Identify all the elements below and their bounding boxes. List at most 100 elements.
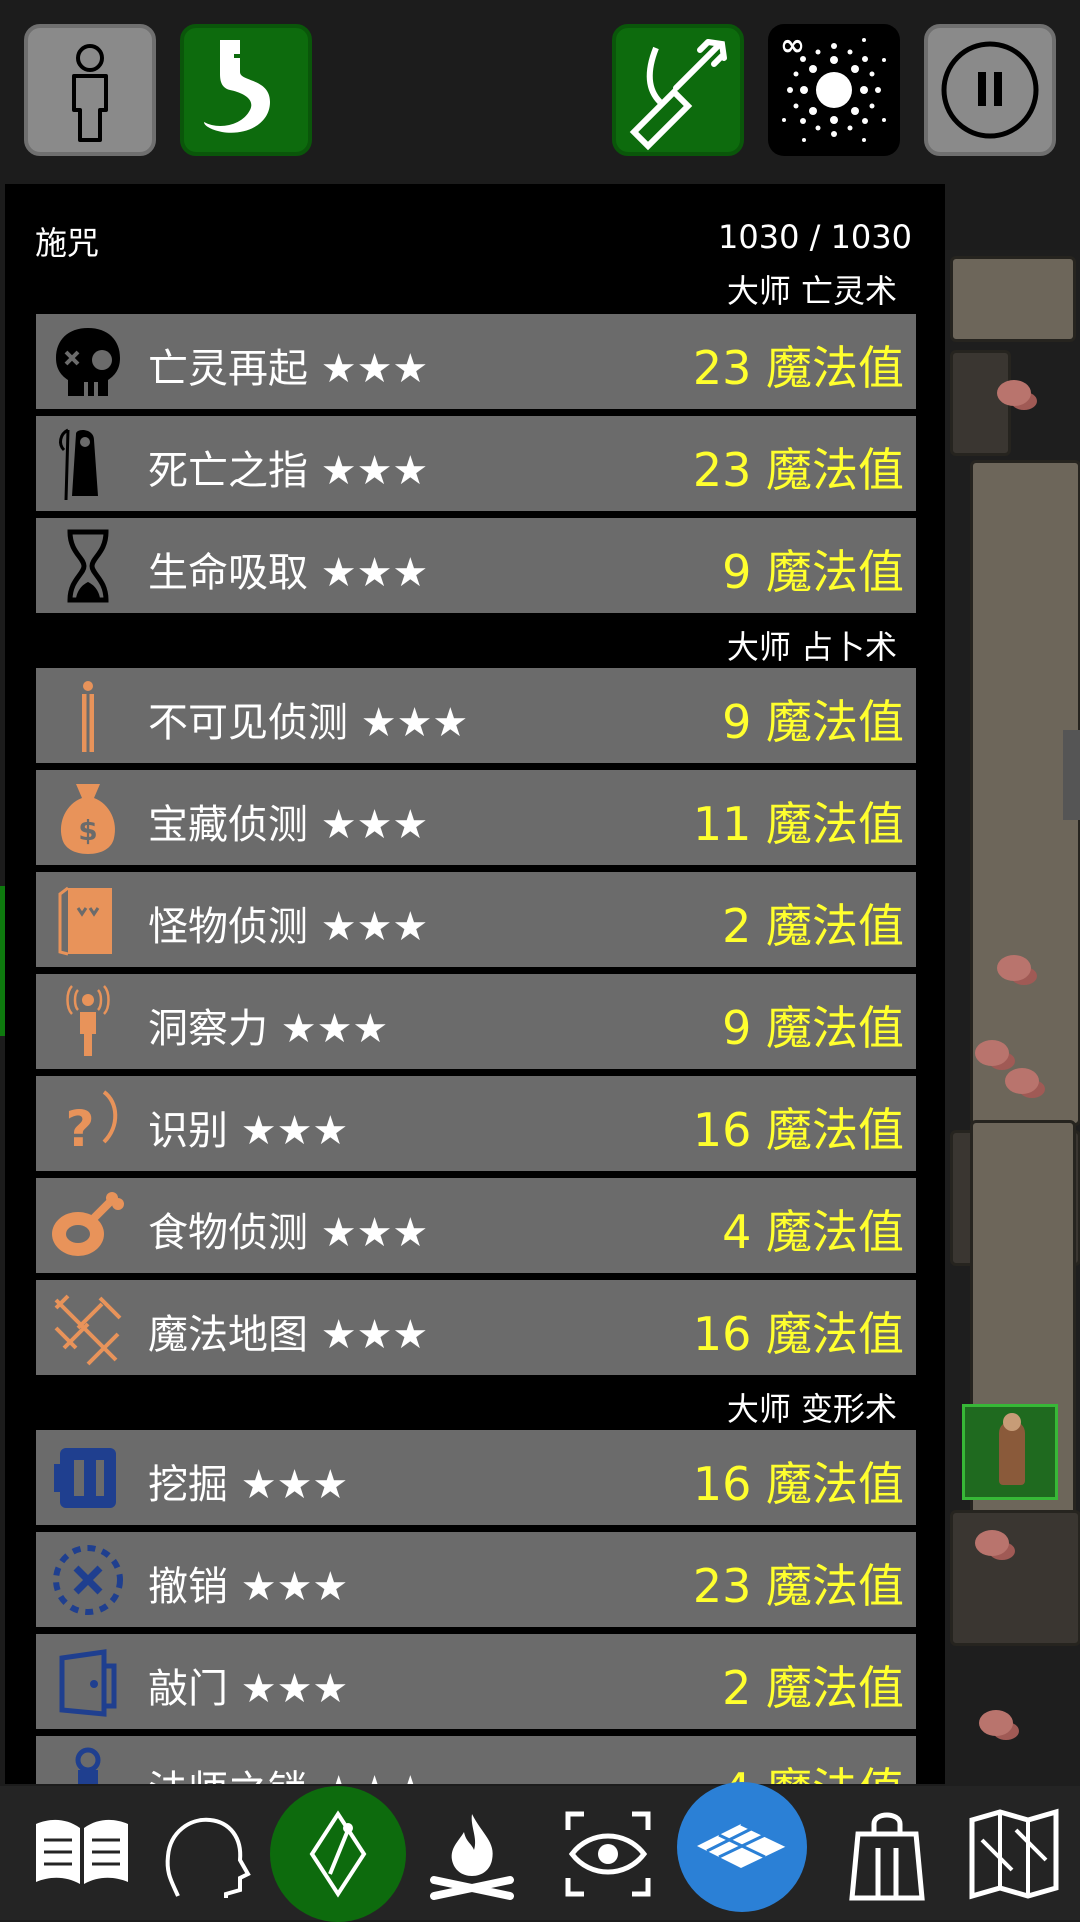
spell-name: 食物侦测 ★★★: [148, 1210, 429, 1256]
rest-button[interactable]: [418, 1800, 526, 1908]
spell-name: 识别 ★★★: [148, 1108, 349, 1154]
folded-map-icon: [969, 1808, 1059, 1900]
radiating-person-icon: [66, 985, 110, 1056]
spell-row[interactable]: 撤销 ★★★ 23 魔法值: [36, 1532, 916, 1627]
spell-name: 生命吸取 ★★★: [148, 550, 429, 596]
spell-name: 洞察力 ★★★: [148, 1006, 389, 1052]
spell-row[interactable]: 怪物侦测 ★★★ 2 魔法值: [36, 872, 916, 967]
dispel-x-icon: [53, 1545, 123, 1615]
spell-cost: 9 魔法值: [722, 545, 904, 599]
person-icon: [72, 44, 108, 142]
bow-quiver-icon: [629, 39, 727, 151]
skull-icon: [56, 328, 120, 396]
spell-cost: 23 魔法值: [692, 443, 904, 497]
school-header-necromancy: 大师 亡灵术: [726, 272, 897, 310]
spell-name: 死亡之指 ★★★: [148, 448, 429, 494]
spell-cost: 4 魔法值: [722, 1205, 904, 1259]
spell-panel: 施咒 1030 / 1030 大师 亡灵术 亡灵再起 ★★★ 23 魔法值 死亡…: [5, 184, 945, 1784]
status-counter: ∞: [780, 28, 805, 63]
spell-name: 魔法地图 ★★★: [148, 1312, 429, 1358]
spell-name: 宝藏侦测 ★★★: [148, 802, 429, 848]
spell-cost: 2 魔法值: [722, 1661, 904, 1715]
spell-name: 不可见侦测 ★★★: [148, 700, 469, 746]
meat-drumstick-icon: [52, 1192, 124, 1256]
journal-button[interactable]: [28, 1800, 136, 1908]
pause-icon: [941, 41, 1039, 139]
coral-decoration: [1005, 1068, 1039, 1094]
spell-cost: 23 魔法值: [692, 341, 904, 395]
spell-row[interactable]: 挖掘 ★★★ 16 魔法值: [36, 1430, 916, 1525]
player-character[interactable]: [962, 1404, 1058, 1500]
money-bag-icon: $: [60, 784, 116, 854]
spell-cost: 16 魔法值: [692, 1457, 904, 1511]
campfire-icon: [430, 1814, 514, 1900]
spell-cost: 9 魔法值: [722, 695, 904, 749]
character-button[interactable]: [24, 24, 156, 156]
coral-decoration: [997, 955, 1031, 981]
spell-name: 挖掘 ★★★: [148, 1462, 349, 1508]
spell-row[interactable]: 法师之锁 ★★★ 4 魔法值: [36, 1736, 916, 1784]
head-outline-icon: [165, 1817, 251, 1898]
pause-button[interactable]: [924, 24, 1056, 156]
spell-cost: 16 魔法值: [692, 1103, 904, 1157]
school-header-divination: 大师 占卜术: [726, 628, 897, 666]
spell-name: 撤销 ★★★: [148, 1564, 349, 1610]
spell-row[interactable]: ? 识别 ★★★ 16 魔法值: [36, 1076, 916, 1171]
world-map-button[interactable]: [960, 1800, 1068, 1908]
spell-row[interactable]: $ 宝藏侦测 ★★★ 11 魔法值: [36, 770, 916, 865]
invisible-figure-icon: [82, 681, 94, 752]
floor-tile: [950, 1510, 1080, 1646]
spell-row[interactable]: 亡灵再起 ★★★ 23 魔法值: [36, 314, 916, 409]
floor-tile: [950, 350, 1011, 456]
spell-row[interactable]: 洞察力 ★★★ 9 魔法值: [36, 974, 916, 1069]
spell-cost: 4 魔法值: [722, 1754, 904, 1784]
coral-decoration: [997, 380, 1031, 406]
spell-name: 法师之锁 ★★★: [148, 1758, 428, 1784]
map-grid-button[interactable]: [677, 1782, 807, 1912]
spell-name: 敲门 ★★★: [148, 1666, 349, 1712]
talk-button[interactable]: [150, 1800, 258, 1908]
ranged-button[interactable]: [612, 24, 744, 156]
coral-decoration: [979, 1710, 1013, 1736]
spell-row[interactable]: 不可见侦测 ★★★ 9 魔法值: [36, 668, 916, 763]
map-edge-marker: [1063, 730, 1080, 820]
spell-row[interactable]: 生命吸取 ★★★ 9 魔法值: [36, 518, 916, 613]
coral-decoration: [975, 1530, 1009, 1556]
open-book-icon: [36, 1819, 128, 1884]
spell-cost: 9 魔法值: [722, 1001, 904, 1055]
spell-cost: 16 魔法值: [692, 1307, 904, 1361]
spell-row[interactable]: 食物侦测 ★★★ 4 魔法值: [36, 1178, 916, 1273]
gift-bag-icon: [849, 1812, 925, 1901]
mana-readout: 1030 / 1030: [718, 218, 912, 256]
top-toolbar: ∞: [0, 0, 1080, 180]
spellcasting-button[interactable]: [270, 1786, 406, 1922]
bottom-toolbar: [0, 1782, 1080, 1922]
eye-expand-icon: [565, 1811, 651, 1897]
stomach-icon: [204, 40, 270, 133]
magic-staff-icon: [309, 1810, 367, 1898]
grid-tiles-icon: [697, 1822, 788, 1868]
door-eyes-icon: [58, 886, 112, 956]
status-effect-button[interactable]: ∞: [768, 24, 900, 156]
svg-text:?: ?: [65, 1100, 94, 1158]
dig-wall-icon: [54, 1448, 116, 1508]
question-mark-icon: ?: [65, 1090, 118, 1158]
map-lines-icon: [54, 1294, 122, 1366]
dungeon-view[interactable]: [945, 250, 1080, 1800]
look-button[interactable]: [554, 1800, 662, 1908]
spell-row[interactable]: 死亡之指 ★★★ 23 魔法值: [36, 416, 916, 511]
spell-cost: 11 魔法值: [692, 797, 904, 851]
wall-tile: [950, 256, 1076, 342]
spell-cost: 23 魔法值: [692, 1559, 904, 1613]
player-head: [1003, 1413, 1021, 1431]
hunger-button[interactable]: [180, 24, 312, 156]
spell-name: 怪物侦测 ★★★: [148, 904, 429, 950]
hourglass-icon: [67, 529, 109, 603]
inventory-button[interactable]: [834, 1800, 942, 1908]
spell-name: 亡灵再起 ★★★: [148, 346, 429, 392]
spell-row[interactable]: 魔法地图 ★★★ 16 魔法值: [36, 1280, 916, 1375]
panel-title: 施咒: [35, 224, 100, 262]
knock-door-icon: [59, 1649, 117, 1717]
spell-row[interactable]: 敲门 ★★★ 2 魔法值: [36, 1634, 916, 1729]
school-header-alteration: 大师 变形术: [726, 1390, 897, 1428]
